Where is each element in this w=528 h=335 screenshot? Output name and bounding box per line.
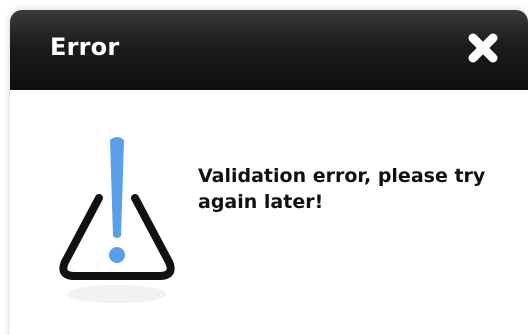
error-message: Validation error, please try again later… xyxy=(198,165,486,213)
screen: Error Validation error, please try again… xyxy=(0,0,528,335)
dialog-titlebar: Error xyxy=(10,10,528,90)
dialog-title: Error xyxy=(50,33,120,61)
dialog-body: Validation error, please try again later… xyxy=(10,90,528,335)
close-icon xyxy=(468,33,498,63)
close-button[interactable] xyxy=(465,30,501,66)
error-dialog: Error Validation error, please try again… xyxy=(10,10,528,335)
warning-icon xyxy=(59,137,175,303)
